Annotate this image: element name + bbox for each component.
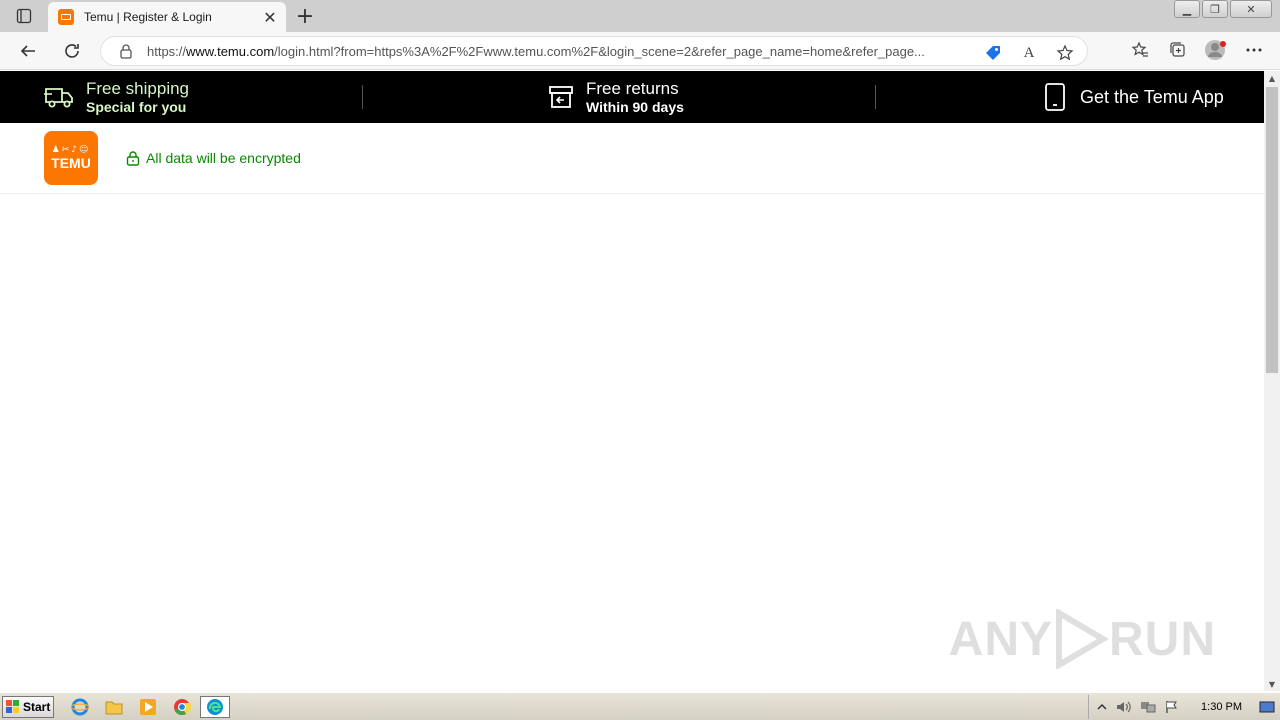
back-icon[interactable] (14, 38, 42, 64)
site-header: ♟✂♪☺ TEMU All data will be encrypted (0, 123, 1264, 194)
promo-bar: Free shipping Special for you Free retur… (0, 71, 1264, 123)
window-close-icon[interactable]: ✕ (1230, 0, 1272, 18)
system-tray: 1:30 PM (1088, 695, 1280, 719)
anyrun-watermark: ANY RUN (949, 609, 1216, 669)
secure-text: All data will be encrypted (146, 150, 301, 166)
free-shipping-promo[interactable]: Free shipping Special for you (44, 71, 189, 123)
scroll-up-icon[interactable]: ▲ (1264, 71, 1280, 85)
window-controls: ▁ ❐ ✕ (1174, 0, 1272, 18)
favorites-icon[interactable] (1128, 38, 1152, 62)
windows-logo-icon (6, 700, 19, 713)
temu-logo[interactable]: ♟✂♪☺ TEMU (44, 131, 98, 185)
address-bar[interactable]: https://www.temu.com/login.html?from=htt… (100, 36, 1088, 66)
watermark-right: RUN (1109, 612, 1216, 666)
return-box-icon (549, 86, 573, 108)
chrome-icon[interactable] (170, 696, 194, 718)
ie-icon[interactable] (68, 696, 92, 718)
browser-toolbar: https://www.temu.com/login.html?from=htt… (0, 32, 1280, 70)
page-viewport: Free shipping Special for you Free retur… (0, 71, 1264, 691)
lock-icon[interactable] (119, 43, 133, 59)
start-button[interactable]: Start (2, 696, 54, 718)
free-shipping-subtitle: Special for you (86, 99, 187, 115)
free-returns-title: Free returns (586, 79, 679, 98)
free-returns-promo[interactable]: Free returns Within 90 days (548, 71, 684, 123)
tray-expand-icon[interactable] (1095, 695, 1109, 719)
more-menu-icon[interactable] (1242, 38, 1266, 62)
add-favorite-icon[interactable] (1053, 41, 1077, 65)
url-host: www.temu.com (186, 43, 275, 59)
tab-title: Temu | Register & Login (84, 10, 212, 24)
scroll-down-icon[interactable]: ▼ (1264, 677, 1280, 691)
folder-icon[interactable] (102, 696, 126, 718)
collections-icon[interactable] (1166, 38, 1190, 62)
tab-close-icon[interactable]: ✕ (258, 5, 282, 29)
action-center-flag-icon[interactable] (1163, 695, 1181, 719)
watermark-left: ANY (948, 612, 1053, 666)
read-aloud-icon[interactable]: A (1017, 41, 1041, 65)
new-tab-button[interactable]: + (292, 4, 318, 29)
profile-avatar-icon[interactable] (1204, 38, 1228, 62)
start-label: Start (23, 700, 51, 714)
url-path: /login.html?from=https%3A%2F%2Fwww.temu.… (274, 43, 925, 59)
url-text[interactable]: https://www.temu.com/login.html?from=htt… (147, 44, 975, 59)
play-logo-icon (1056, 609, 1109, 669)
coupon-tag-icon[interactable] (981, 41, 1005, 65)
temu-favicon-icon (58, 9, 74, 25)
secure-notice: All data will be encrypted (126, 150, 301, 166)
restore-icon[interactable]: ❐ (1202, 0, 1228, 18)
edge-icon[interactable] (200, 696, 230, 718)
get-app-label: Get the Temu App (1080, 86, 1224, 107)
promo-divider (362, 85, 363, 109)
promo-divider (875, 85, 876, 109)
page-scrollbar[interactable]: ▲ ▼ (1264, 71, 1280, 691)
browser-tab-strip: Temu | Register & Login ✕ + ▁ ❐ ✕ (0, 0, 1280, 32)
logo-glyphs: ♟✂♪☺ (51, 145, 91, 155)
get-app-promo[interactable]: Get the Temu App (1044, 71, 1224, 123)
truck-icon (44, 88, 73, 108)
phone-icon (1045, 83, 1065, 111)
volume-icon[interactable] (1115, 695, 1133, 719)
browser-tab[interactable]: Temu | Register & Login ✕ (48, 2, 286, 32)
windows-taskbar: Start 1:30 PM (0, 692, 1280, 720)
logo-text: TEMU (51, 155, 91, 171)
minimize-icon[interactable]: ▁ (1174, 0, 1200, 18)
scroll-thumb[interactable] (1266, 87, 1278, 373)
refresh-icon[interactable] (58, 38, 86, 64)
padlock-icon (126, 151, 140, 166)
url-prefix: https:// (147, 43, 187, 59)
taskbar-clock[interactable]: 1:30 PM (1201, 701, 1242, 713)
read-aloud-glyph: A (1023, 44, 1035, 61)
network-icon[interactable] (1139, 695, 1157, 719)
show-desktop-icon[interactable] (1258, 695, 1276, 719)
media-player-icon[interactable] (136, 696, 160, 718)
free-returns-subtitle: Within 90 days (586, 99, 684, 115)
free-shipping-title: Free shipping (86, 79, 190, 98)
tab-actions-icon[interactable] (8, 6, 40, 26)
